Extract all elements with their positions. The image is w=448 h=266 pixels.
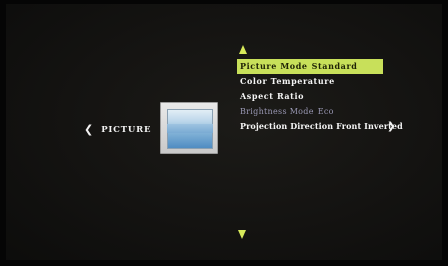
menu-item-label: Projection Direction bbox=[240, 121, 334, 131]
triangle-down-icon[interactable] bbox=[238, 230, 246, 239]
settings-menu: Picture Mode Standard Color Temperature A… bbox=[237, 59, 403, 134]
menu-item-color-temperature[interactable]: Color Temperature bbox=[237, 74, 397, 89]
menu-item-value: Eco bbox=[317, 107, 334, 116]
menu-item-aspect-ratio[interactable]: Aspect Ratio bbox=[237, 89, 397, 104]
menu-item-projection-direction[interactable]: Projection Direction Front Inverted ❯ bbox=[237, 119, 403, 134]
menu-item-label: Brightness Mode bbox=[240, 107, 314, 116]
category-label: PICTURE bbox=[101, 125, 152, 135]
menu-item-label: Picture Mode bbox=[240, 61, 308, 71]
menu-item-value: Standard bbox=[311, 61, 358, 71]
chevron-left-icon[interactable]: ❮ bbox=[84, 123, 93, 137]
picture-icon bbox=[160, 102, 218, 154]
menu-item-brightness-mode: Brightness Mode Eco bbox=[237, 104, 397, 119]
menu-item-picture-mode[interactable]: Picture Mode Standard bbox=[237, 59, 383, 74]
chevron-right-icon[interactable]: ❯ bbox=[387, 119, 395, 134]
picture-icon-band bbox=[167, 124, 213, 133]
category-selector[interactable]: ❮ PICTURE bbox=[84, 123, 151, 137]
menu-item-label: Color Temperature bbox=[240, 76, 335, 86]
triangle-up-icon[interactable] bbox=[239, 45, 247, 54]
menu-item-label: Aspect Ratio bbox=[240, 91, 305, 101]
